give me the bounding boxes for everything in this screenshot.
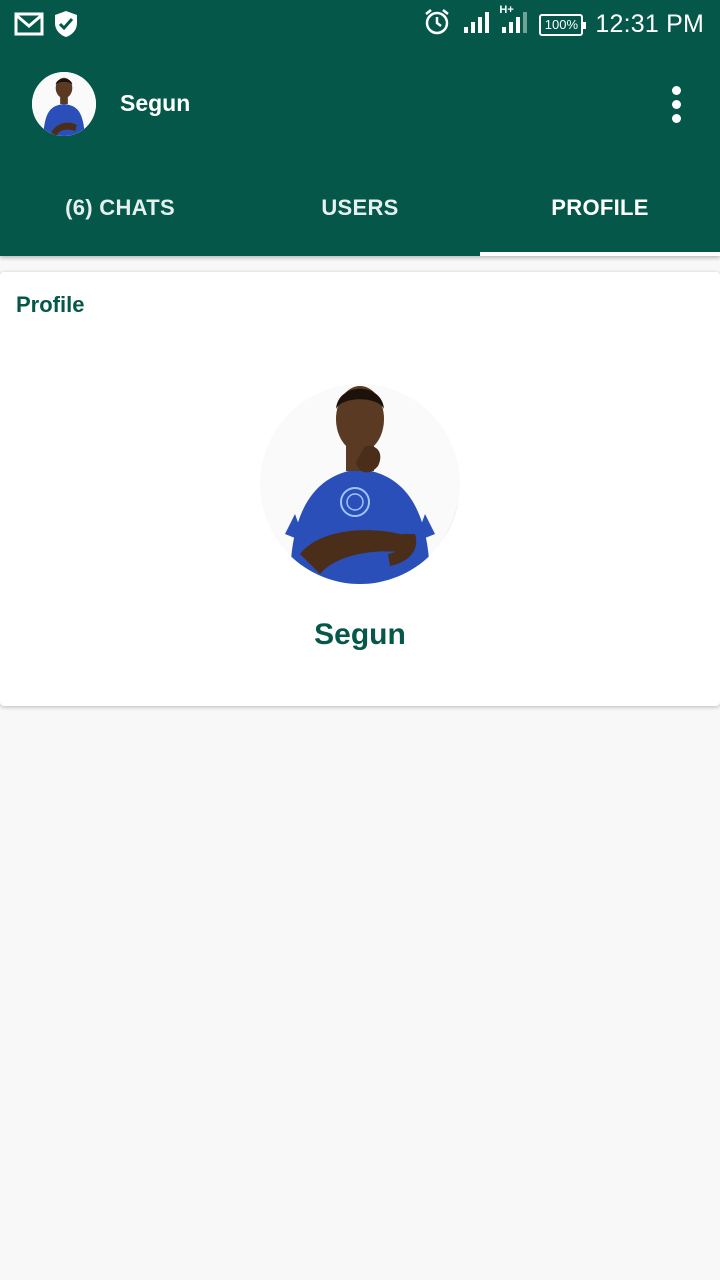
gmail-icon [14, 11, 44, 42]
status-time: 12:31 PM [595, 10, 704, 38]
tab-chats[interactable]: (6) CHATS [0, 160, 240, 256]
tab-profile[interactable]: PROFILE [480, 160, 720, 256]
app-header: H+ 100% 12:31 PM Segun (6) CHATS USERS P… [0, 0, 720, 256]
battery-icon: 100% [539, 13, 587, 36]
toolbar-title: Segun [120, 90, 191, 116]
signal-hplus-icon: H+ [499, 4, 528, 39]
tab-users[interactable]: USERS [240, 160, 480, 256]
alarm-icon [423, 8, 451, 41]
tab-bar: (6) CHATS USERS PROFILE [0, 160, 720, 256]
card-title: Profile [16, 292, 85, 317]
shield-icon [54, 10, 78, 43]
profile-card: Profile Segun [0, 272, 720, 706]
signal-icon [463, 10, 490, 39]
profile-name: Segun [314, 618, 406, 651]
profile-photo[interactable] [260, 384, 460, 584]
avatar[interactable] [32, 72, 96, 136]
more-vert-icon[interactable] [656, 84, 696, 124]
toolbar: Segun [0, 48, 720, 160]
status-bar: H+ 100% 12:31 PM [0, 0, 720, 48]
